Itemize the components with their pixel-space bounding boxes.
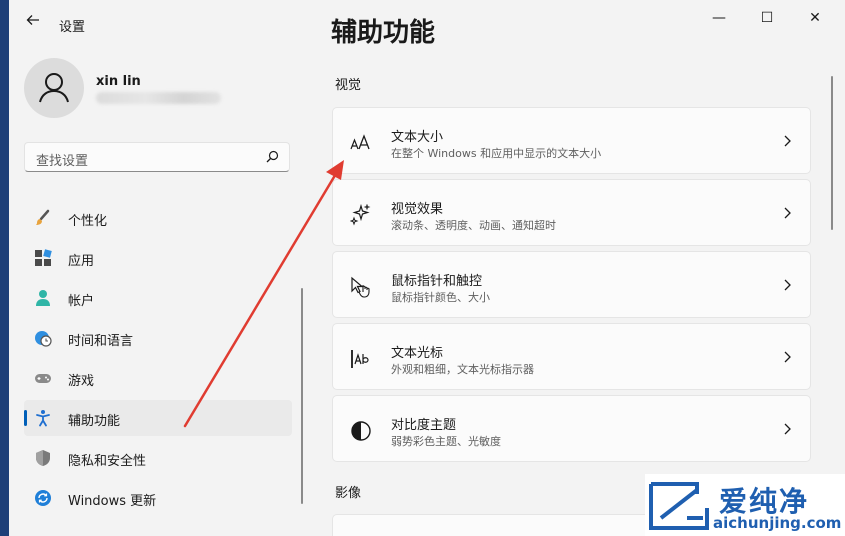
sidebar-item-label: 游戏 — [68, 374, 95, 389]
mouse-pointer-icon — [351, 276, 370, 298]
back-button[interactable] — [23, 12, 43, 32]
maximize-button[interactable]: ☐ — [750, 8, 784, 28]
app-title: 设置 — [59, 20, 86, 35]
arrow-left-icon — [26, 15, 39, 25]
card-visual-effects[interactable]: 视觉效果 滚动条、透明度、动画、通知超时 — [332, 179, 811, 246]
sidebar-item-label: 帐户 — [68, 294, 95, 309]
card-title: 对比度主题 — [391, 418, 457, 433]
gamepad-icon — [35, 374, 51, 383]
sidebar-item-windows-update[interactable]: Windows 更新 — [24, 480, 292, 516]
shield-icon — [36, 450, 50, 466]
chevron-right-icon — [784, 279, 791, 291]
sidebar-item-time-language[interactable]: 时间和语言 — [24, 320, 292, 356]
card-subtitle: 外观和粗细，文本光标指示器 — [391, 363, 534, 376]
chevron-right-icon — [784, 423, 791, 435]
blurred-email — [96, 92, 221, 104]
card-title: 文本光标 — [391, 346, 444, 361]
main-scrollbar[interactable] — [831, 76, 833, 230]
close-button[interactable]: ✕ — [798, 8, 832, 28]
chevron-right-icon — [784, 207, 791, 219]
search-input[interactable]: 查找设置 — [36, 150, 88, 169]
card-text-cursor[interactable]: 文本光标 外观和粗细，文本光标指示器 — [332, 323, 811, 390]
sidebar-item-personalization[interactable]: 个性化 — [24, 200, 292, 236]
sidebar-scrollbar[interactable] — [301, 288, 303, 504]
card-title: 鼠标指针和触控 — [391, 274, 483, 289]
card-subtitle: 滚动条、透明度、动画、通知超时 — [391, 219, 556, 232]
watermark: 爱纯净 aichunjing.com — [645, 474, 845, 536]
apps-icon — [35, 249, 52, 266]
sidebar-item-label: 辅助功能 — [68, 414, 121, 429]
text-size-icon — [350, 134, 370, 150]
person-icon — [36, 290, 50, 306]
card-subtitle: 鼠标指针颜色、大小 — [391, 291, 490, 304]
sidebar-item-label: 隐私和安全性 — [68, 454, 147, 469]
contrast-icon — [351, 421, 371, 441]
sidebar-item-label: 个性化 — [68, 214, 108, 229]
sidebar-item-label: 时间和语言 — [68, 334, 134, 349]
card-subtitle: 在整个 Windows 和应用中显示的文本大小 — [391, 147, 602, 160]
sidebar-item-gaming[interactable]: 游戏 — [24, 360, 292, 396]
avatar — [24, 58, 84, 118]
settings-window: 设置 — ☐ ✕ xin lin 查找设置 个性化 应用 帐户 时间和语言 游戏… — [9, 0, 845, 536]
minimize-button[interactable]: — — [702, 8, 736, 28]
card-title: 文本大小 — [391, 130, 444, 145]
person-icon — [39, 73, 69, 103]
sidebar-item-accounts[interactable]: 帐户 — [24, 280, 292, 316]
user-name: xin lin — [96, 74, 141, 89]
globe-clock-icon — [35, 331, 52, 347]
chevron-right-icon — [784, 135, 791, 147]
update-icon — [35, 490, 51, 506]
card-text-size[interactable]: 文本大小 在整个 Windows 和应用中显示的文本大小 — [332, 107, 811, 174]
paintbrush-icon — [36, 209, 50, 225]
sidebar-nav: 个性化 应用 帐户 时间和语言 游戏 辅助功能 隐私和安全性 Windows 更… — [24, 200, 292, 520]
card-contrast-themes[interactable]: 对比度主题 弱势彩色主题、光敏度 — [332, 395, 811, 462]
sparkle-icon — [350, 204, 371, 226]
search-box[interactable]: 查找设置 — [24, 142, 290, 172]
section-title-vision: 视觉 — [335, 78, 362, 93]
sidebar-item-apps[interactable]: 应用 — [24, 240, 292, 276]
user-profile[interactable]: xin lin — [24, 58, 294, 118]
card-mouse-pointer-touch[interactable]: 鼠标指针和触控 鼠标指针颜色、大小 — [332, 251, 811, 318]
page-title: 辅助功能 — [331, 18, 436, 48]
sidebar-item-label: 应用 — [68, 254, 95, 269]
watermark-logo-icon — [649, 482, 709, 530]
sidebar-item-privacy-security[interactable]: 隐私和安全性 — [24, 440, 292, 476]
section-title-media: 影像 — [335, 486, 362, 501]
card-subtitle: 弱势彩色主题、光敏度 — [391, 435, 501, 448]
sidebar-item-accessibility[interactable]: 辅助功能 — [24, 400, 292, 436]
text-cursor-icon — [351, 350, 369, 368]
search-icon[interactable] — [264, 149, 280, 165]
watermark-url: aichunjing.com — [713, 514, 842, 532]
chevron-right-icon — [784, 351, 791, 363]
card-title: 视觉效果 — [391, 202, 444, 217]
accessibility-icon — [36, 410, 50, 427]
sidebar-item-label: Windows 更新 — [68, 494, 157, 509]
